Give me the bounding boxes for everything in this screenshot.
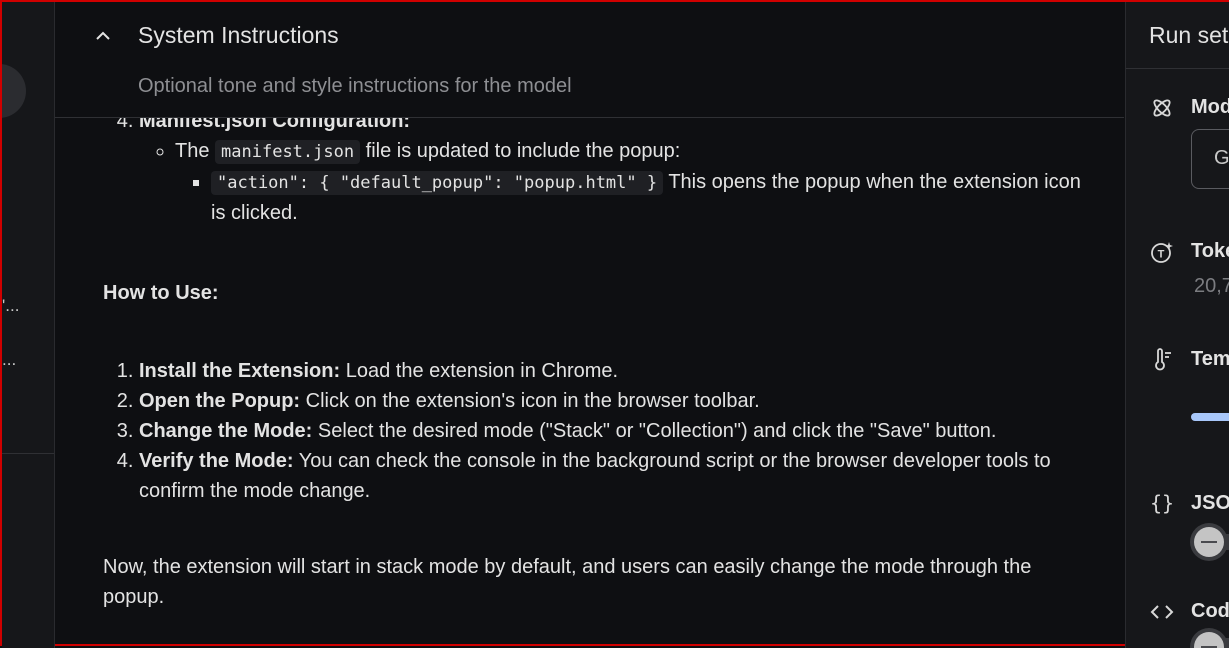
system-instructions-title: System Instructions: [138, 22, 339, 48]
bullet-suffix: file is updated to include the popup:: [365, 140, 681, 162]
temperature-slider[interactable]: [1191, 413, 1229, 421]
token-icon: T: [1151, 242, 1173, 263]
step-text: Click on the extension's icon in the bro…: [305, 390, 760, 412]
json-label: JSO: [1191, 492, 1229, 514]
manifest-list: Manifest.json Configuration: The manifes…: [103, 106, 1083, 228]
model-icon: [1153, 99, 1171, 117]
system-instructions-header[interactable]: System Instructions Optional tone and st…: [55, 2, 1124, 118]
model-select[interactable]: G: [1191, 129, 1229, 189]
avatar[interactable]: [2, 64, 26, 118]
manifest-sub-bullets: "action": { "default_popup": "popup.html…: [175, 167, 1083, 228]
manifest-item: Manifest.json Configuration: The manifes…: [139, 106, 1083, 228]
temperature-label: Tem: [1191, 348, 1229, 370]
svg-text:T: T: [1158, 249, 1165, 261]
thermometer-icon: [1155, 348, 1171, 371]
step-text: Select the desired mode ("Stack" or "Col…: [317, 420, 997, 442]
step-item: Install the Extension: Load the extensio…: [139, 356, 1083, 386]
model-label: Mod: [1191, 96, 1229, 118]
run-settings-panel: Run set Mod G T Toke 20,7 Tem {} JSO Cod: [1125, 2, 1229, 648]
token-label: Toke: [1191, 240, 1229, 262]
step-title: Change the Mode:: [139, 420, 313, 442]
steps-list: Install the Extension: Load the extensio…: [103, 356, 1083, 506]
run-settings-divider: [1126, 68, 1229, 69]
system-instructions-input[interactable]: Optional tone and style instructions for…: [138, 75, 572, 98]
rail-item-2[interactable]: ...: [2, 350, 16, 370]
step-item: Open the Popup: Click on the extension's…: [139, 386, 1083, 416]
response-content: Manifest.json Configuration: The manifes…: [103, 106, 1083, 612]
token-count: 20,7: [1194, 275, 1229, 297]
step-title: Open the Popup:: [139, 390, 301, 412]
step-text: Load the extension in Chrome.: [345, 360, 619, 382]
action-code: "action": { "default_popup": "popup.html…: [211, 171, 664, 195]
chevron-up-icon[interactable]: [93, 26, 113, 46]
closing-paragraph: Now, the extension will start in stack m…: [103, 556, 1032, 608]
rail-item-1[interactable]: '...: [2, 296, 19, 316]
manifest-bullet: The manifest.json file is updated to inc…: [175, 136, 1083, 228]
manifest-bullets: The manifest.json file is updated to inc…: [139, 136, 1083, 228]
code-label: Cod: [1191, 600, 1229, 622]
manifest-code: manifest.json: [215, 140, 361, 164]
step-title: Verify the Mode:: [139, 450, 294, 472]
how-to-use-heading: How to Use:: [103, 282, 219, 304]
main-panel: Manifest.json Configuration: The manifes…: [55, 2, 1124, 648]
run-settings-title: Run set: [1149, 22, 1229, 48]
code-icon: [1150, 605, 1174, 619]
left-rail: '... ...: [2, 2, 55, 648]
json-toggle[interactable]: [1194, 527, 1224, 557]
step-item: Verify the Mode: You can check the conso…: [139, 446, 1083, 506]
braces-icon: {}: [1150, 491, 1175, 515]
bullet-prefix: The: [175, 140, 210, 162]
model-select-value: G: [1214, 147, 1229, 169]
step-title: Install the Extension:: [139, 360, 341, 382]
rail-divider: [2, 453, 54, 454]
manifest-sub-bullet: "action": { "default_popup": "popup.html…: [211, 167, 1083, 228]
step-item: Change the Mode: Select the desired mode…: [139, 416, 1083, 446]
